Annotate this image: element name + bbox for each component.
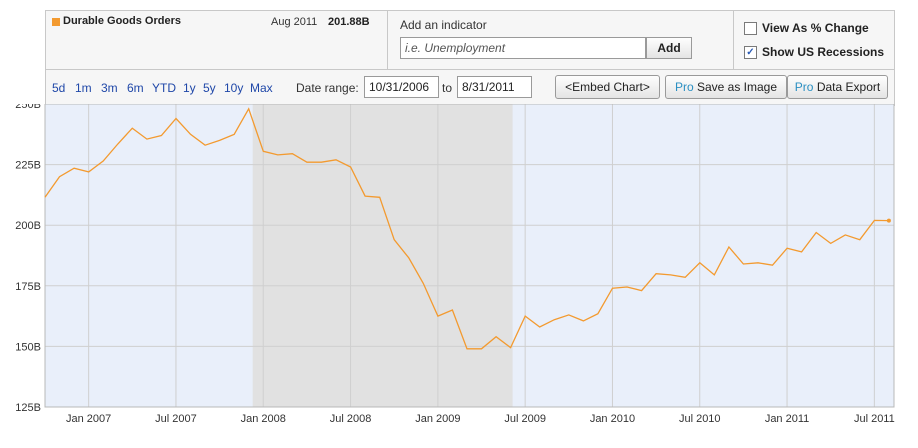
start-date-input[interactable]: 10/31/2006 [364, 76, 439, 98]
date-range-label: Date range: [296, 81, 359, 95]
range-3m[interactable]: 3m [101, 81, 118, 95]
range-max[interactable]: Max [250, 81, 273, 95]
pro-badge: Pro [674, 80, 694, 94]
series-date: Aug 2011 [271, 16, 318, 28]
range-ytd[interactable]: YTD [152, 81, 176, 95]
range-5d[interactable]: 5d [52, 81, 65, 95]
y-tick-label: 175B [15, 281, 41, 293]
indicator-input[interactable]: i.e. Unemployment [400, 37, 646, 59]
range-1m[interactable]: 1m [75, 81, 92, 95]
y-tick-label: 150B [15, 341, 41, 353]
x-tick-label: Jul 2011 [854, 413, 895, 425]
chart-area: 125B 150B 175B 200B 225B 250B Jan 2007 Jul 2007… [0, 99, 918, 445]
x-tick-label: Jul 2009 [504, 413, 546, 425]
range-6m[interactable]: 6m [127, 81, 144, 95]
y-tick-label: 125B [15, 402, 41, 414]
series-info: Durable Goods Orders Aug 2011 201.88B [46, 11, 388, 69]
x-tick-label: Jan 2009 [415, 413, 460, 425]
x-tick-label: Jan 2008 [241, 413, 286, 425]
range-toolbar: 5d 1m 3m 6m YTD 1y 5y 10y Max Date range… [45, 70, 895, 106]
show-recessions-label: Show US Recessions [762, 45, 885, 59]
data-export-label: Data Export [816, 80, 881, 94]
indicator-label: Add an indicator [400, 18, 487, 32]
line-chart[interactable]: 125B 150B 175B 200B 225B 250B Jan 2007 Jul 2007… [0, 99, 918, 445]
x-tick-label: Jan 2010 [590, 413, 635, 425]
pro-badge: Pro [794, 80, 814, 94]
y-tick-label: 225B [15, 160, 41, 172]
end-date-input[interactable]: 8/31/2011 [457, 76, 532, 98]
y-tick-label: 250B [15, 104, 41, 111]
series-value: 201.88B [328, 16, 370, 28]
view-pct-checkbox[interactable] [744, 22, 757, 35]
range-10y[interactable]: 10y [224, 81, 243, 95]
x-tick-label: Jan 2011 [765, 413, 809, 425]
save-image-label: Save as Image [696, 80, 778, 94]
indicator-panel: Add an indicator i.e. Unemployment Add [388, 11, 734, 69]
embed-chart-button[interactable]: <Embed Chart> [555, 75, 660, 99]
view-pct-label: View As % Change [762, 21, 869, 35]
save-image-button[interactable]: Pro Save as Image [665, 75, 787, 99]
range-5y[interactable]: 5y [203, 81, 216, 95]
top-panel: Durable Goods Orders Aug 2011 201.88B Ad… [45, 10, 895, 70]
data-export-button[interactable]: Pro Data Export [787, 75, 888, 99]
series-color-swatch [52, 18, 60, 26]
show-recessions-checkbox[interactable]: ✓ [744, 46, 757, 59]
range-1y[interactable]: 1y [183, 81, 196, 95]
x-tick-label: Jul 2010 [679, 413, 721, 425]
recession-band [252, 104, 513, 407]
add-indicator-button[interactable]: Add [646, 37, 692, 59]
date-to-label: to [442, 81, 453, 95]
x-tick-label: Jul 2008 [330, 413, 372, 425]
x-tick-label: Jul 2007 [155, 413, 197, 425]
series-name[interactable]: Durable Goods Orders [63, 15, 181, 27]
x-tick-label: Jan 2007 [66, 413, 111, 425]
y-tick-label: 200B [15, 220, 41, 232]
last-point-marker [886, 218, 891, 223]
